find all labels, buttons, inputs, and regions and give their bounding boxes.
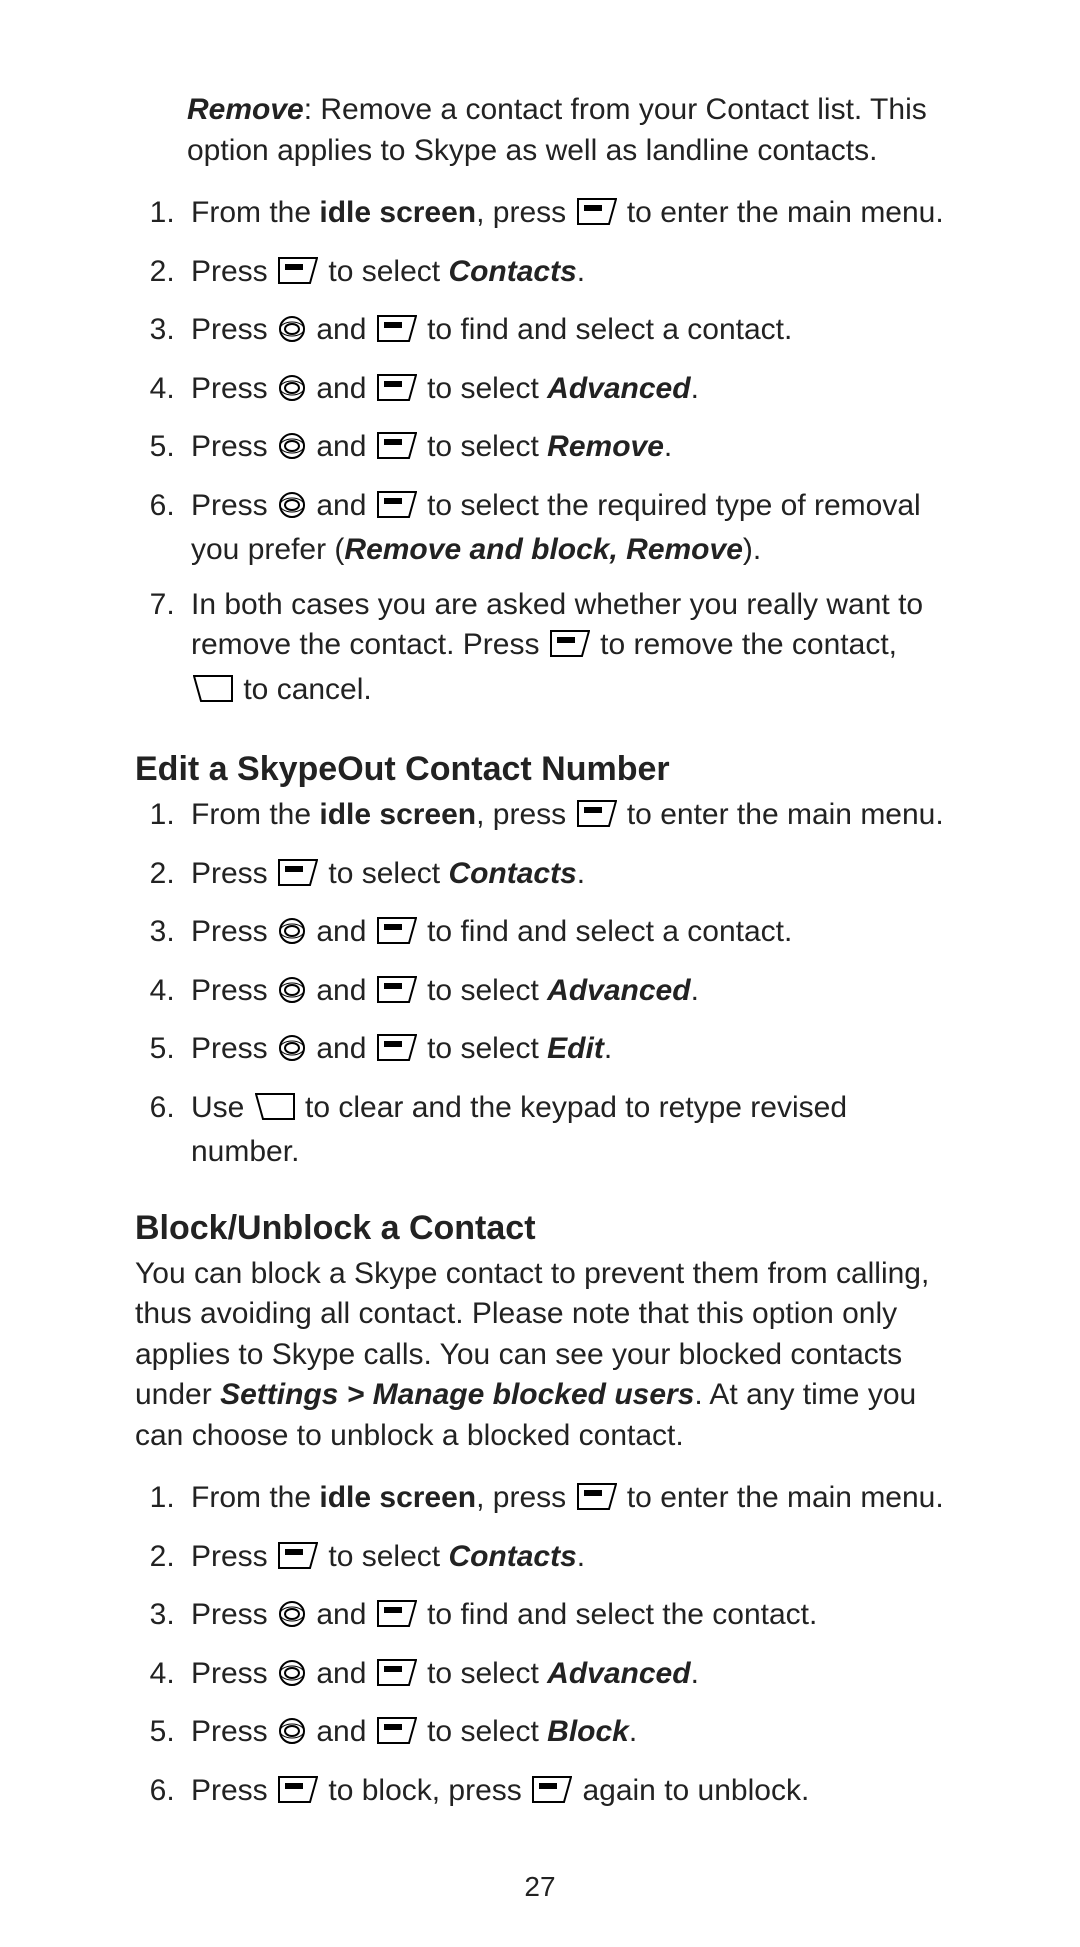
softkey-left-icon <box>377 975 417 1016</box>
step-item: Press to block, press again to unblock. <box>183 1771 945 1816</box>
softkey-right-icon <box>193 674 233 715</box>
block-unblock-heading: Block/Unblock a Contact <box>135 1209 945 1248</box>
block-unblock-steps: From the idle screen, press to enter the… <box>135 1478 945 1815</box>
step-item: Press and to select Advanced. <box>183 1654 945 1699</box>
softkey-left-icon <box>532 1775 572 1816</box>
step-item: From the idle screen, press to enter the… <box>183 193 945 238</box>
softkey-left-icon <box>278 1775 318 1816</box>
step-item: From the idle screen, press to enter the… <box>183 1478 945 1523</box>
step-item: Press and to select Edit. <box>183 1029 945 1074</box>
softkey-left-icon <box>550 629 590 670</box>
step-item: Press and to select the required type of… <box>183 486 945 571</box>
softkey-left-icon <box>577 799 617 840</box>
step-item: From the idle screen, press to enter the… <box>183 795 945 840</box>
softkey-left-icon <box>377 314 417 355</box>
step-item: In both cases you are asked whether you … <box>183 585 945 715</box>
softkey-left-icon <box>377 431 417 472</box>
nav-ring-icon <box>278 1599 306 1640</box>
block-unblock-para: You can block a Skype contact to prevent… <box>135 1254 945 1457</box>
nav-ring-icon <box>278 373 306 414</box>
step-item: Press to select Contacts. <box>183 252 945 297</box>
softkey-left-icon <box>377 490 417 531</box>
step-item: Press to select Contacts. <box>183 1537 945 1582</box>
step-item: Press and to find and select a contact. <box>183 912 945 957</box>
step-item: Press and to find and select a contact. <box>183 310 945 355</box>
softkey-left-icon <box>377 373 417 414</box>
step-item: Press and to select Advanced. <box>183 369 945 414</box>
remove-option-lead: Remove: Remove a contact from your Conta… <box>135 90 945 171</box>
nav-ring-icon <box>278 916 306 957</box>
nav-ring-icon <box>278 431 306 472</box>
softkey-left-icon <box>377 1716 417 1757</box>
step-item: Use to clear and the keypad to retype re… <box>183 1088 945 1173</box>
page-number: 27 <box>0 1871 1080 1903</box>
step-item: Press and to find and select the contact… <box>183 1595 945 1640</box>
nav-ring-icon <box>278 975 306 1016</box>
manual-page: Remove: Remove a contact from your Conta… <box>0 0 1080 1947</box>
nav-ring-icon <box>278 1716 306 1757</box>
softkey-left-icon <box>377 1033 417 1074</box>
softkey-left-icon <box>278 1541 318 1582</box>
edit-skypeout-steps: From the idle screen, press to enter the… <box>135 795 945 1173</box>
softkey-left-icon <box>577 1482 617 1523</box>
nav-ring-icon <box>278 1033 306 1074</box>
softkey-left-icon <box>278 256 318 297</box>
step-item: Press to select Contacts. <box>183 854 945 899</box>
nav-ring-icon <box>278 490 306 531</box>
softkey-left-icon <box>377 916 417 957</box>
softkey-left-icon <box>377 1658 417 1699</box>
step-item: Press and to select Block. <box>183 1712 945 1757</box>
remove-label: Remove <box>187 93 304 126</box>
remove-steps: From the idle screen, press to enter the… <box>135 193 945 714</box>
softkey-left-icon <box>377 1599 417 1640</box>
step-item: Press and to select Remove. <box>183 427 945 472</box>
softkey-right-icon <box>255 1092 295 1133</box>
softkey-left-icon <box>577 197 617 238</box>
nav-ring-icon <box>278 314 306 355</box>
step-item: Press and to select Advanced. <box>183 971 945 1016</box>
nav-ring-icon <box>278 1658 306 1699</box>
softkey-left-icon <box>278 858 318 899</box>
edit-skypeout-heading: Edit a SkypeOut Contact Number <box>135 750 945 789</box>
